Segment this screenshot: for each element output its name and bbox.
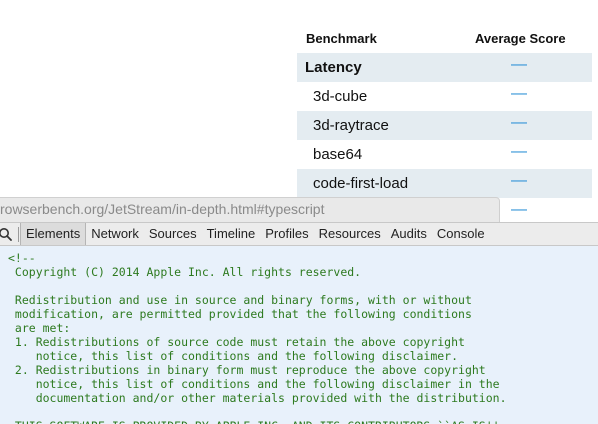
tab-elements[interactable]: Elements [20,223,87,245]
search-icon[interactable] [0,227,14,241]
tab-audits[interactable]: Audits [386,223,432,245]
benchmark-score: — [511,172,527,189]
benchmark-name: base64 [313,146,363,163]
benchmark-score: — [511,56,527,73]
tab-timeline[interactable]: Timeline [202,223,261,245]
table-row[interactable]: 3d-raytrace — [297,111,592,140]
table-row[interactable]: base64 — [297,140,592,169]
tab-profiles[interactable]: Profiles [260,223,313,245]
benchmark-name: Latency [305,59,362,76]
table-header: Benchmark Average Score [297,24,592,53]
table-row-latency[interactable]: Latency — [297,53,592,82]
tab-resources[interactable]: Resources [314,223,386,245]
benchmark-name: 3d-raytrace [313,117,389,134]
benchmark-score: — [511,201,527,218]
benchmark-score: — [511,143,527,160]
table-row[interactable]: code-first-load — [297,169,592,198]
inspector-toolbar: Elements Network Sources Timeline Profil… [0,222,598,246]
html-comment-node[interactable]: <!-- Copyright (C) 2014 Apple Inc. All r… [0,246,598,424]
tab-sources[interactable]: Sources [144,223,202,245]
elements-dom-tree[interactable]: <!-- Copyright (C) 2014 Apple Inc. All r… [0,246,598,424]
benchmark-name: 3d-cube [313,88,368,105]
column-header-average-score: Average Score [475,31,566,46]
benchmark-score: — [511,85,527,102]
tab-console[interactable]: Console [432,223,490,245]
url-text: rowserbench.org/JetStream/in-depth.html#… [0,201,325,217]
benchmark-score: — [511,114,527,131]
column-header-benchmark: Benchmark [306,31,377,46]
table-row[interactable]: 3d-cube — [297,82,592,111]
benchmark-name: code-first-load [313,175,409,192]
url-status-bar: rowserbench.org/JetStream/in-depth.html#… [0,197,500,223]
toolbar-divider [18,227,19,242]
tab-network[interactable]: Network [86,223,144,245]
inspector-tabs: Elements Network Sources Timeline Profil… [20,223,490,245]
